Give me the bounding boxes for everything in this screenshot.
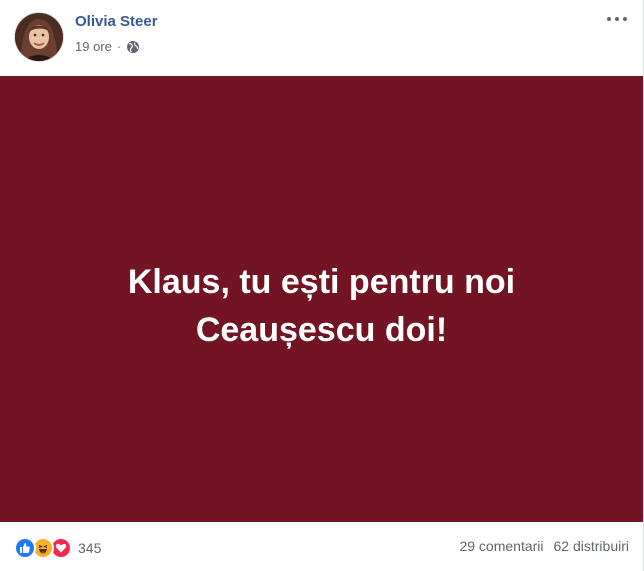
post-footer: 345 29 comentarii 62 distribuiri xyxy=(0,522,643,571)
more-dot xyxy=(623,17,627,21)
comments-count[interactable]: 29 comentarii xyxy=(459,538,543,554)
globe-icon[interactable] xyxy=(126,40,140,54)
image-text-line-2: Ceaușescu doi! xyxy=(195,311,448,349)
more-options-icon[interactable] xyxy=(607,12,627,26)
reactions-summary[interactable]: 345 xyxy=(14,537,101,559)
post-time[interactable]: 19 ore xyxy=(75,39,112,54)
meta-separator: · xyxy=(116,39,122,54)
shares-count[interactable]: 62 distribuiri xyxy=(554,538,629,554)
avatar-image xyxy=(15,13,63,61)
post-stats: 29 comentarii 62 distribuiri xyxy=(459,538,629,554)
image-text-line-1: Klaus, tu ești pentru noi xyxy=(127,263,516,301)
stats-gap xyxy=(544,538,554,554)
more-dot xyxy=(615,17,619,21)
post-image-text: Klaus, tu ești pentru noi Ceaușescu doi! xyxy=(22,258,622,354)
author-name[interactable]: Olivia Steer xyxy=(75,13,158,30)
post-image[interactable]: Klaus, tu ești pentru noi Ceaușescu doi! xyxy=(0,76,643,522)
like-icon xyxy=(14,537,36,559)
post-meta: 19 ore · xyxy=(75,39,140,54)
post-header: Olivia Steer 19 ore · xyxy=(0,0,643,76)
avatar[interactable] xyxy=(14,12,64,62)
more-dot xyxy=(607,17,611,21)
facebook-post: Olivia Steer 19 ore · Klaus, tu ești pen… xyxy=(0,0,644,571)
reaction-count: 345 xyxy=(78,540,102,556)
